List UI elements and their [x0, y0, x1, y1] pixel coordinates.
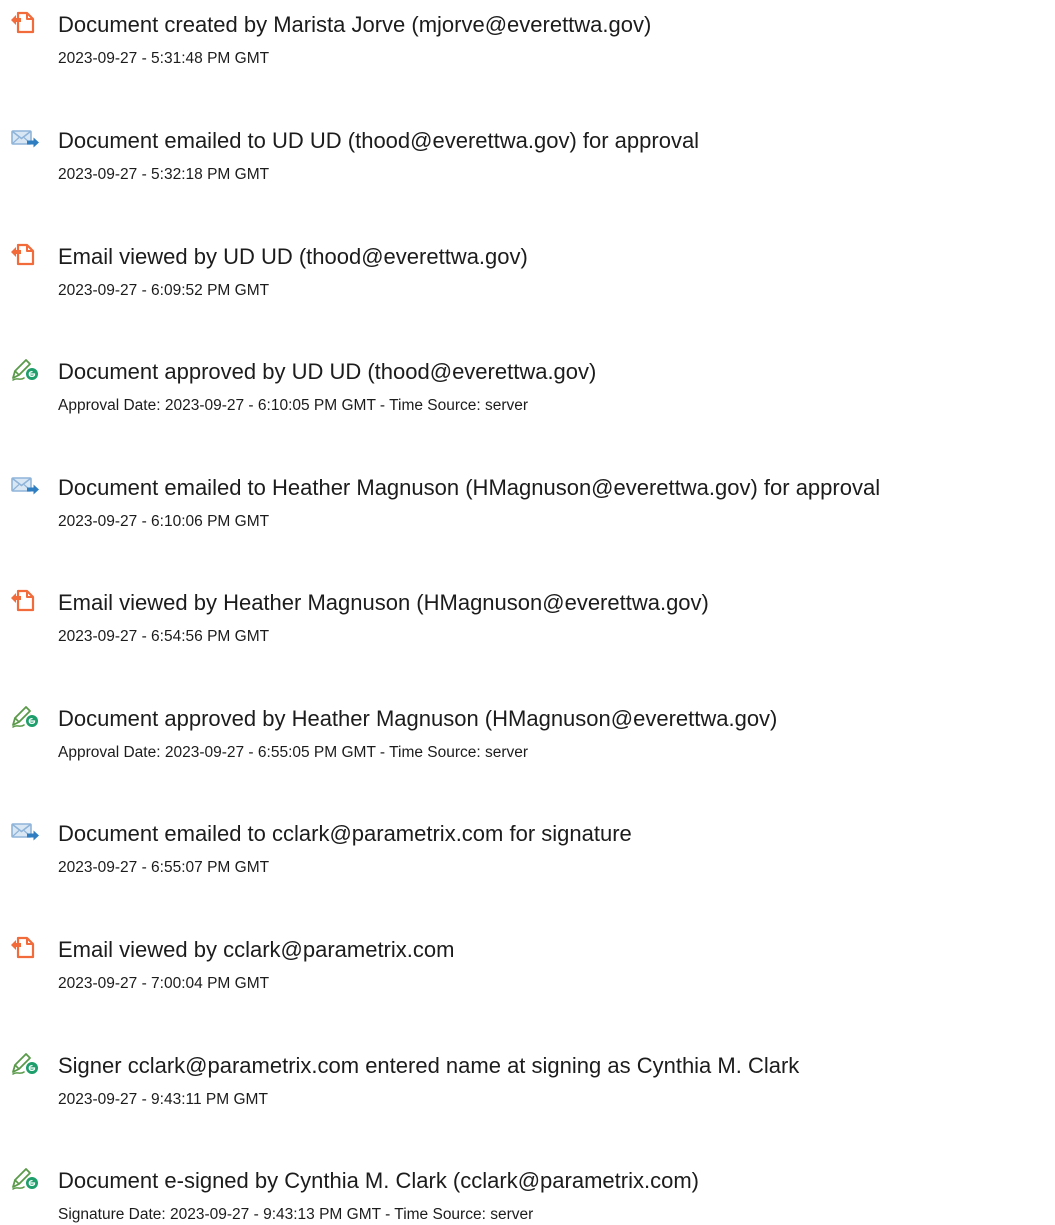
email-sent-icon	[10, 474, 40, 498]
approved-pen-icon	[10, 358, 40, 382]
event-title: Document approved by Heather Magnuson (H…	[58, 706, 778, 731]
event-title: Signer cclark@parametrix.com entered nam…	[58, 1053, 800, 1078]
event-approval-date: Approval Date: 2023-09-27 - 6:10:05 PM G…	[58, 397, 529, 414]
event-timestamp: 2023-09-27 - 7:00:04 PM GMT	[58, 975, 270, 992]
event-title: Email viewed by Heather Magnuson (HMagnu…	[58, 590, 709, 615]
approved-pen-icon	[10, 705, 40, 729]
event-timestamp: 2023-09-27 - 9:43:11 PM GMT	[58, 1091, 268, 1108]
audit-trail-list: Document created by Marista Jorve (mjorv…	[0, 0, 1055, 1224]
signer-pen-icon	[10, 1052, 40, 1076]
event-timestamp: 2023-09-27 - 5:32:18 PM GMT	[58, 166, 270, 183]
event-timestamp: 2023-09-27 - 6:54:56 PM GMT	[58, 628, 270, 645]
email-sent-icon	[10, 127, 40, 151]
email-sent-icon	[10, 820, 40, 844]
document-viewed-icon	[10, 243, 40, 267]
signed-pen-icon	[10, 1167, 40, 1191]
event-timestamp: 2023-09-27 - 6:55:07 PM GMT	[58, 859, 270, 876]
document-viewed-icon	[10, 589, 40, 613]
event-title: Document emailed to cclark@parametrix.co…	[58, 821, 632, 846]
event-title: Document created by Marista Jorve (mjorv…	[58, 12, 652, 37]
event-title: Document e-signed by Cynthia M. Clark (c…	[58, 1168, 699, 1193]
document-created-icon	[10, 11, 40, 35]
event-title: Document approved by UD UD (thood@everet…	[58, 359, 597, 384]
event-timestamp: 2023-09-27 - 6:09:52 PM GMT	[58, 282, 270, 299]
document-viewed-icon	[10, 936, 40, 960]
event-timestamp: 2023-09-27 - 6:10:06 PM GMT	[58, 513, 270, 530]
event-title: Document emailed to UD UD (thood@everett…	[58, 128, 700, 153]
event-title: Email viewed by cclark@parametrix.com	[58, 937, 455, 962]
event-title: Document emailed to Heather Magnuson (HM…	[58, 475, 881, 500]
event-title: Email viewed by UD UD (thood@everettwa.g…	[58, 244, 528, 269]
event-signature-date: Signature Date: 2023-09-27 - 9:43:13 PM …	[58, 1206, 534, 1223]
event-approval-date: Approval Date: 2023-09-27 - 6:55:05 PM G…	[58, 744, 529, 761]
event-timestamp: 2023-09-27 - 5:31:48 PM GMT	[58, 50, 270, 67]
